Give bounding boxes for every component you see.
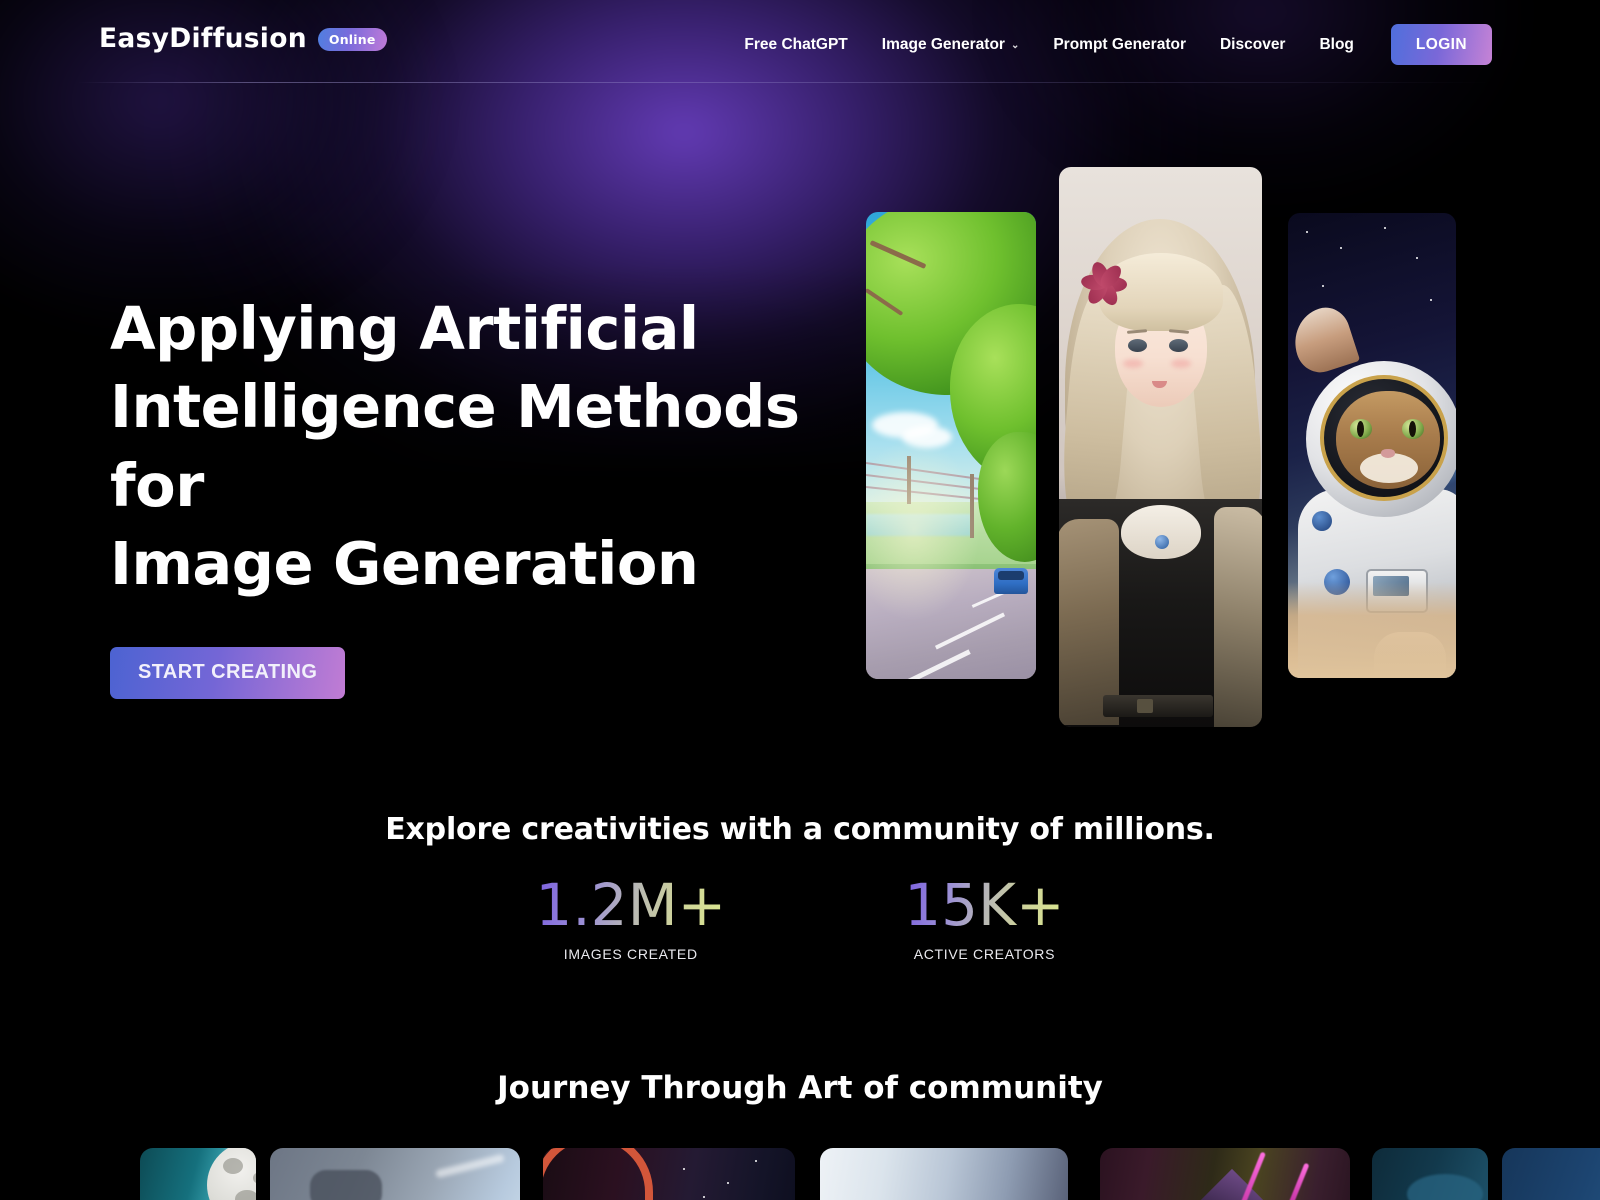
cat-nose xyxy=(1381,449,1395,458)
star xyxy=(683,1168,685,1170)
nav-item-free-chatgpt[interactable]: Free ChatGPT xyxy=(727,26,864,64)
star xyxy=(1384,227,1386,229)
gem-brooch xyxy=(1155,535,1169,549)
landing-page: EasyDiffusion Online Free ChatGPT Image … xyxy=(0,0,1600,1200)
blush-right xyxy=(1171,359,1191,368)
main-navigation: Free ChatGPT Image Generator ⌄ Prompt Ge… xyxy=(727,24,1492,65)
sunlight-glow xyxy=(866,212,1036,679)
stat-value: 1.2M+ xyxy=(535,871,727,939)
moon-crater xyxy=(223,1158,244,1174)
cloud-mass xyxy=(310,1170,382,1200)
hero-card-astronaut-cat[interactable] xyxy=(1288,213,1456,678)
stats-row: 1.2M+ IMAGES CREATED 15K+ ACTIVE CREATOR… xyxy=(0,875,1600,962)
login-button[interactable]: LOGIN xyxy=(1390,24,1492,65)
star xyxy=(755,1160,757,1162)
start-creating-button[interactable]: START CREATING xyxy=(110,646,346,699)
nav-item-label: Prompt Generator xyxy=(1053,35,1186,53)
gallery-thumb-neon-purple-scene[interactable] xyxy=(1100,1148,1350,1200)
stat-active-creators: 15K+ ACTIVE CREATORS xyxy=(904,875,1064,962)
hero-image-gallery xyxy=(860,160,1470,740)
community-stats-section: Explore creativities with a community of… xyxy=(0,812,1600,962)
stat-label: ACTIVE CREATORS xyxy=(913,945,1056,962)
logo[interactable]: EasyDiffusion Online xyxy=(99,23,387,54)
nav-item-label: Discover xyxy=(1219,35,1286,53)
hero-card-anime-landscape-road[interactable] xyxy=(866,212,1036,679)
hero-section: Applying Artificial Intelligence Methods… xyxy=(110,290,830,699)
community-gallery xyxy=(0,1148,1600,1200)
arm-right-armor xyxy=(1214,507,1262,727)
teal-ring-shape xyxy=(1406,1174,1483,1200)
star xyxy=(1416,257,1418,259)
planet-surface xyxy=(1288,582,1456,678)
nav-item-label: Image Generator xyxy=(881,35,1005,53)
stat-images-created: 1.2M+ IMAGES CREATED xyxy=(535,875,726,962)
moon-shape xyxy=(207,1148,256,1200)
red-arc-shape xyxy=(543,1148,653,1200)
star xyxy=(703,1196,705,1198)
nav-item-label: Blog xyxy=(1319,35,1354,53)
artwork-anime-girl xyxy=(1059,167,1262,727)
hero-title-line-3: Image Generation xyxy=(110,529,699,599)
artwork-anime-landscape xyxy=(866,212,1036,679)
light-streak xyxy=(435,1153,505,1179)
star xyxy=(1322,285,1324,287)
header-divider xyxy=(78,82,1490,83)
moon-crater xyxy=(235,1190,256,1200)
stat-label: IMAGES CREATED xyxy=(563,945,698,962)
nav-item-label: Free ChatGPT xyxy=(744,35,848,53)
chevron-down-icon: ⌄ xyxy=(1010,39,1020,51)
belt xyxy=(1103,695,1213,717)
eye-right xyxy=(1169,339,1188,352)
blush-left xyxy=(1123,359,1143,368)
gallery-thumb-misty-forest[interactable] xyxy=(820,1148,1068,1200)
journey-heading: Journey Through Art of community xyxy=(497,1070,1103,1106)
gallery-thumb-red-arc-night-sky[interactable] xyxy=(543,1148,795,1200)
suit-patch xyxy=(1312,511,1332,531)
collar-ornament xyxy=(1121,505,1201,559)
hero-title-line-1: Applying Artificial xyxy=(110,294,699,363)
site-header: EasyDiffusion Online Free ChatGPT Image … xyxy=(0,0,1600,84)
gallery-thumb-grey-sky-clouds[interactable] xyxy=(270,1148,520,1200)
artwork-astronaut-cat xyxy=(1288,213,1456,678)
logo-text: EasyDiffusion xyxy=(99,23,307,54)
hero-title-line-2: Intelligence Methods for xyxy=(110,372,800,520)
logo-online-badge: Online xyxy=(317,27,387,51)
stats-heading: Explore creativities with a community of… xyxy=(385,812,1215,847)
nav-item-discover[interactable]: Discover xyxy=(1203,26,1302,64)
gallery-thumb-teal-dark-scene[interactable] xyxy=(1372,1148,1488,1200)
eye-left xyxy=(1128,339,1147,352)
star xyxy=(1306,231,1308,233)
nav-item-image-generator[interactable]: Image Generator ⌄ xyxy=(865,26,1037,64)
page-title: Applying Artificial Intelligence Methods… xyxy=(110,290,830,604)
hero-card-anime-girl-portrait[interactable] xyxy=(1059,167,1262,727)
nav-item-blog[interactable]: Blog xyxy=(1302,26,1370,64)
nav-item-prompt-generator[interactable]: Prompt Generator xyxy=(1036,26,1203,64)
neon-beam xyxy=(1287,1162,1310,1200)
star xyxy=(727,1182,729,1184)
cat-pupil-right xyxy=(1409,421,1416,437)
gallery-thumb-moon-over-teal-water[interactable] xyxy=(140,1148,256,1200)
hair-flower xyxy=(1080,259,1139,315)
gallery-thumb-blue-edge-scene[interactable] xyxy=(1502,1148,1600,1200)
star xyxy=(1340,247,1342,249)
stat-value: 15K+ xyxy=(904,871,1065,939)
cat-pupil-left xyxy=(1357,421,1364,437)
moon-crater xyxy=(253,1172,256,1184)
belt-buckle xyxy=(1137,699,1153,713)
